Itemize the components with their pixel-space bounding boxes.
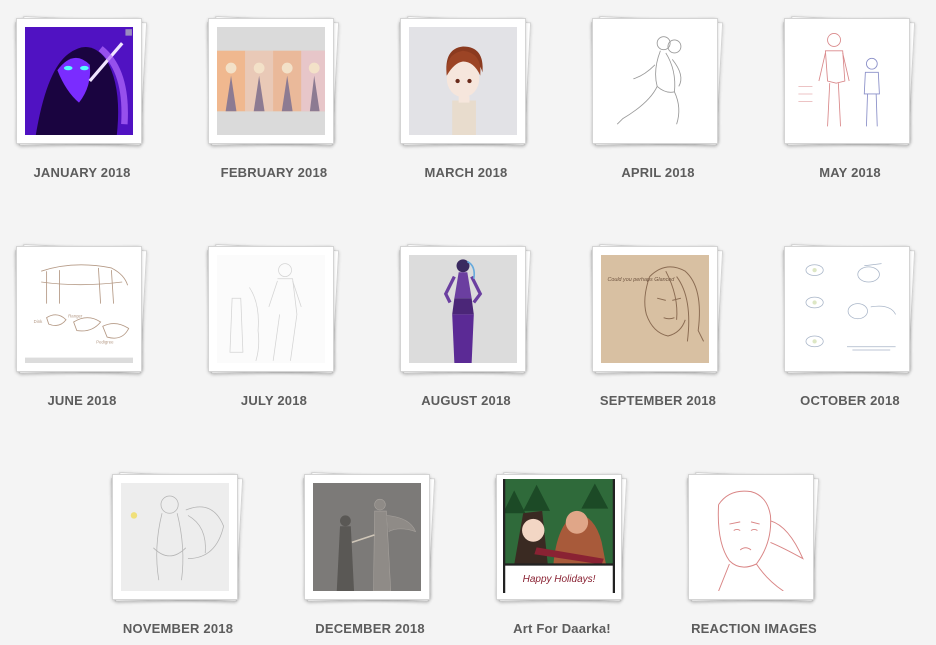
folder-thumbnail [793, 255, 901, 363]
folder-label[interactable]: REACTION IMAGES [674, 621, 834, 636]
sketch-note-1: Dink [34, 319, 43, 324]
folder-november-2018[interactable]: NOVEMBER 2018 [98, 464, 258, 645]
folder-thumbnail [793, 27, 901, 135]
folder-label[interactable]: FEBRUARY 2018 [194, 165, 354, 180]
thumbnail-stack: Dink Ranger Pedigree [14, 243, 148, 375]
folder-thumbnail [217, 255, 325, 363]
thumbnail-stack [398, 15, 532, 147]
folder-thumbnail [121, 483, 229, 591]
folder-thumbnail [313, 483, 421, 591]
folder-label[interactable]: JULY 2018 [194, 393, 354, 408]
thumbnail-stack [590, 15, 724, 147]
sketch-note-2: Ranger [68, 314, 83, 319]
folder-thumbnail [217, 27, 325, 135]
folder-label[interactable]: DECEMBER 2018 [290, 621, 450, 636]
folder-label[interactable]: MARCH 2018 [386, 165, 546, 180]
folder-thumbnail: Could you perhaps Glanced [601, 255, 709, 363]
folder-label[interactable]: APRIL 2018 [578, 165, 738, 180]
thumbnail-stack [206, 243, 340, 375]
folder-label[interactable]: AUGUST 2018 [386, 393, 546, 408]
folder-february-2018[interactable]: FEBRUARY 2018 [194, 8, 354, 208]
thumbnail-stack [110, 471, 244, 603]
folder-august-2018[interactable]: AUGUST 2018 [386, 236, 546, 436]
sketch-note-september: Could you perhaps Glanced [607, 277, 675, 283]
thumbnail-stack: Happy Holidays! [494, 471, 628, 603]
folder-thumbnail [697, 483, 805, 591]
folder-march-2018[interactable]: MARCH 2018 [386, 8, 546, 208]
folder-label[interactable]: SEPTEMBER 2018 [578, 393, 738, 408]
folder-label[interactable]: JUNE 2018 [2, 393, 162, 408]
folder-label[interactable]: JANUARY 2018 [2, 165, 162, 180]
folder-label[interactable]: OCTOBER 2018 [770, 393, 930, 408]
thumbnail-stack [686, 471, 820, 603]
folder-april-2018[interactable]: APRIL 2018 [578, 8, 738, 208]
folder-october-2018[interactable]: OCTOBER 2018 [770, 236, 930, 436]
folder-september-2018[interactable]: Could you perhaps Glanced SEPTEMBER 2018 [578, 236, 738, 436]
sketch-note-3: Pedigree [96, 340, 114, 345]
folder-art-for-daarka[interactable]: Happy Holidays! Art For Daarka! [482, 464, 642, 645]
thumbnail-stack [302, 471, 436, 603]
folder-thumbnail: Dink Ranger Pedigree [25, 255, 133, 363]
folder-reaction-images[interactable]: REACTION IMAGES [674, 464, 834, 645]
thumbnail-stack [14, 15, 148, 147]
folder-july-2018[interactable]: JULY 2018 [194, 236, 354, 436]
thumbnail-stack [398, 243, 532, 375]
thumbnail-stack [782, 243, 916, 375]
gallery-grid: JANUARY 2018 FEBRUARY 2018 MARCH 2018 AP… [0, 0, 936, 645]
folder-label[interactable]: NOVEMBER 2018 [98, 621, 258, 636]
folder-label[interactable]: Art For Daarka! [482, 621, 642, 636]
folder-thumbnail [409, 27, 517, 135]
thumbnail-stack [782, 15, 916, 147]
thumbnail-stack: Could you perhaps Glanced [590, 243, 724, 375]
folder-thumbnail: Happy Holidays! [503, 479, 615, 593]
folder-thumbnail [601, 27, 709, 135]
folder-january-2018[interactable]: JANUARY 2018 [2, 8, 162, 208]
folder-thumbnail [409, 255, 517, 363]
folder-thumbnail [25, 27, 133, 135]
thumbnail-caption: Happy Holidays! [522, 574, 596, 585]
folder-label[interactable]: MAY 2018 [770, 165, 930, 180]
thumbnail-stack [206, 15, 340, 147]
folder-december-2018[interactable]: DECEMBER 2018 [290, 464, 450, 645]
folder-may-2018[interactable]: MAY 2018 [770, 8, 930, 208]
folder-june-2018[interactable]: Dink Ranger Pedigree JUNE 2018 [2, 236, 162, 436]
